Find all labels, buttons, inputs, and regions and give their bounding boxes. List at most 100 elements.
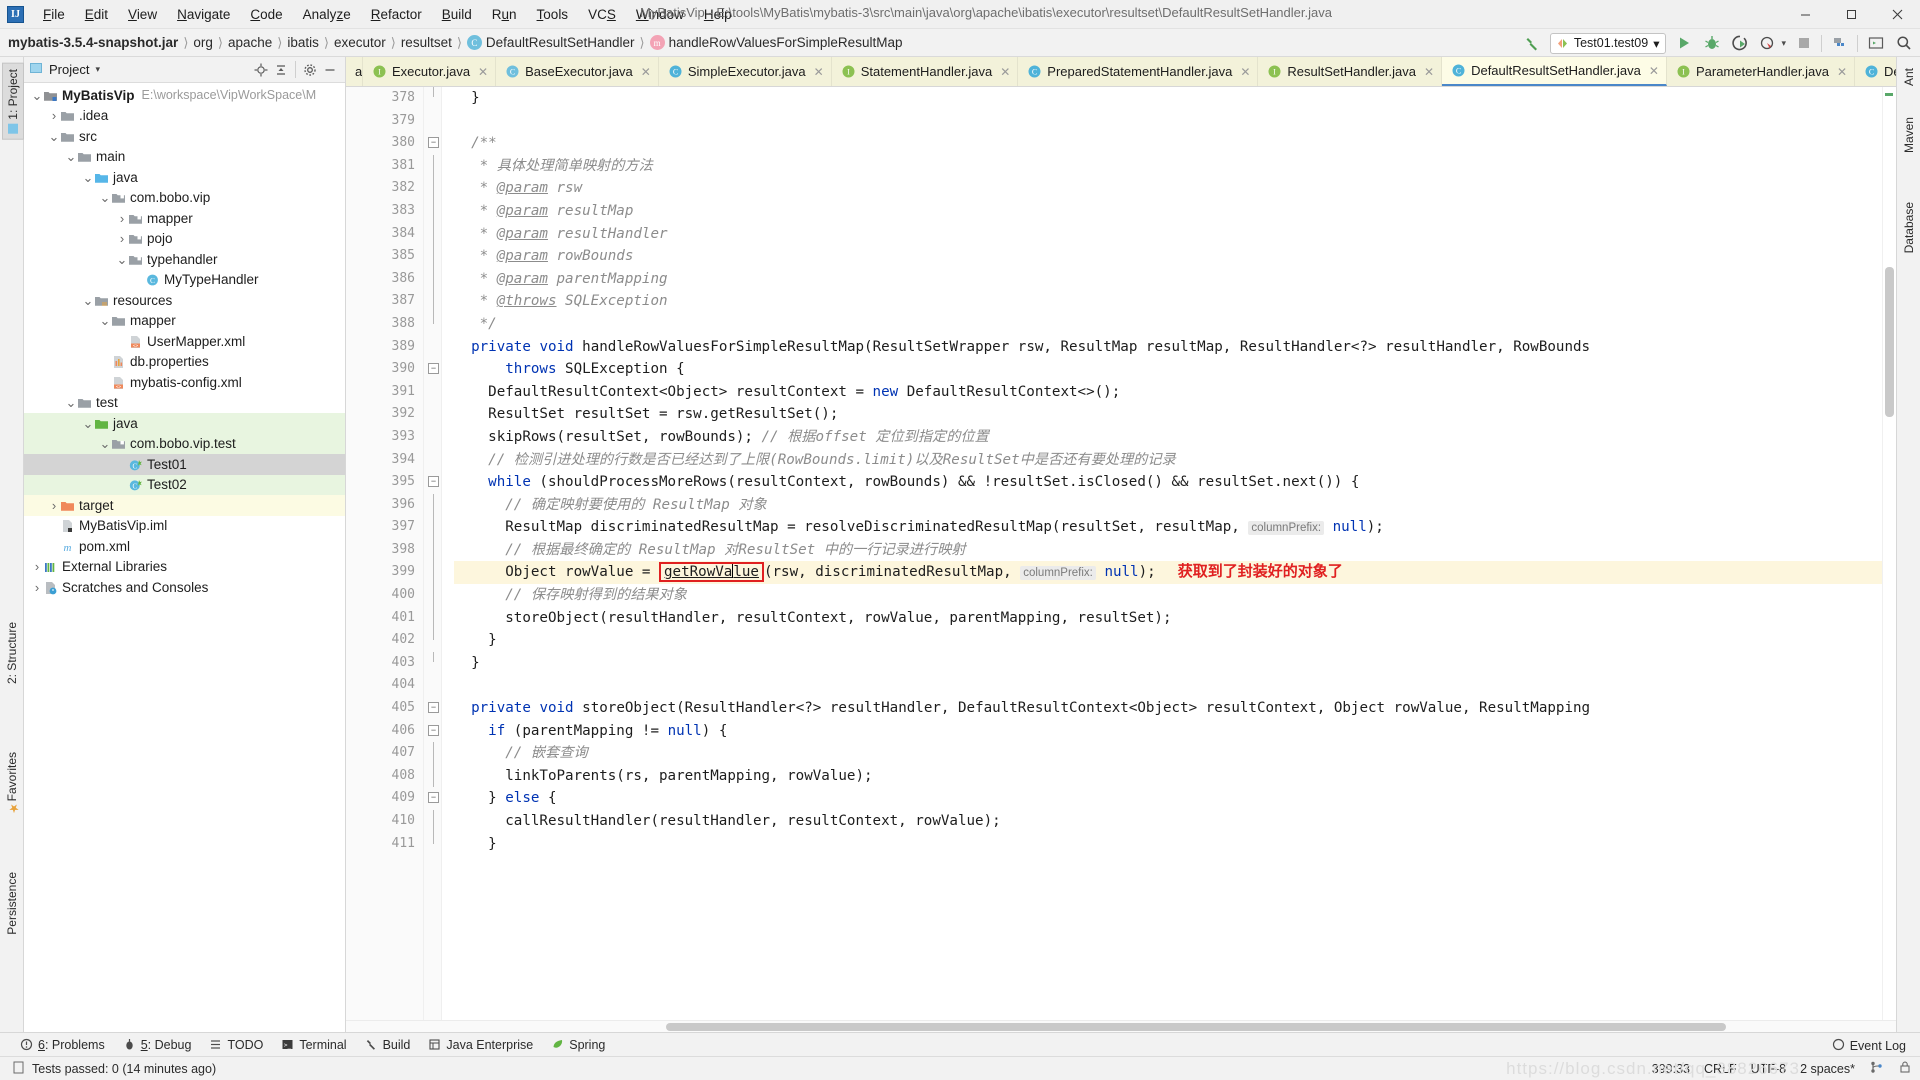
- tree-node-typehandler[interactable]: ⌄typehandler: [24, 249, 345, 270]
- menu-edit[interactable]: Edit: [75, 4, 118, 25]
- code-line-400[interactable]: // 保存映射得到的结果对象: [454, 584, 1882, 607]
- tool-window-6-problems[interactable]: 6: Problems: [12, 1036, 113, 1054]
- fold-cell[interactable]: −: [424, 132, 441, 155]
- hammer-icon[interactable]: [1522, 33, 1543, 54]
- menu-vcs[interactable]: VCS: [578, 4, 626, 25]
- code-line-394[interactable]: // 检测引进处理的行数是否已经达到了上限(RowBounds.limit)以及…: [454, 449, 1882, 472]
- chevron-right-icon[interactable]: ›: [48, 108, 60, 123]
- fold-cell[interactable]: −: [424, 720, 441, 743]
- fold-cell[interactable]: [424, 313, 441, 336]
- editor-tab-partial[interactable]: a✕: [346, 57, 363, 86]
- code-line-406[interactable]: if (parentMapping != null) {: [454, 720, 1882, 743]
- breadcrumb-item-resultset[interactable]: resultset: [401, 35, 452, 50]
- fold-cell[interactable]: [424, 810, 441, 833]
- code-line-381[interactable]: * 具体处理简单映射的方法: [454, 155, 1882, 178]
- code-line-386[interactable]: * @param parentMapping: [454, 268, 1882, 291]
- code-line-401[interactable]: storeObject(resultHandler, resultContext…: [454, 607, 1882, 630]
- fold-cell[interactable]: [424, 607, 441, 630]
- close-icon[interactable]: ✕: [1424, 65, 1434, 79]
- run-configuration-selector[interactable]: Test01.test09 ▾: [1550, 33, 1667, 54]
- fold-cell[interactable]: [424, 245, 441, 268]
- fold-cell[interactable]: [424, 539, 441, 562]
- breadcrumb-item-apache[interactable]: apache: [228, 35, 272, 50]
- settings-gear-icon[interactable]: [300, 60, 320, 80]
- chevron-right-icon[interactable]: ›: [31, 580, 43, 595]
- git-branch-icon[interactable]: [1869, 1060, 1884, 1078]
- project-tree[interactable]: ⌄MyBatisVipE:\workspace\VipWorkSpace\M›.…: [24, 83, 345, 1032]
- close-button[interactable]: [1874, 0, 1920, 29]
- menu-view[interactable]: View: [118, 4, 167, 25]
- menu-build[interactable]: Build: [432, 4, 482, 25]
- tree-node-mybatis-config-xml[interactable]: <>mybatis-config.xml: [24, 372, 345, 393]
- tree-node-src[interactable]: ⌄src: [24, 126, 345, 147]
- code-line-396[interactable]: // 确定映射要使用的 ResultMap 对象: [454, 494, 1882, 517]
- fold-cell[interactable]: [424, 177, 441, 200]
- minimize-button[interactable]: [1782, 0, 1828, 29]
- tool-window-5-debug[interactable]: 5: Debug: [115, 1036, 200, 1054]
- code-line-397[interactable]: ResultMap discriminatedResultMap = resol…: [454, 516, 1882, 539]
- editor-tab-baseexecutor-java[interactable]: CBaseExecutor.java✕: [496, 57, 659, 86]
- chevron-right-icon[interactable]: ›: [48, 498, 60, 513]
- code-line-410[interactable]: callResultHandler(resultHandler, resultC…: [454, 810, 1882, 833]
- sidebar-item-persistence[interactable]: Persistence: [2, 867, 22, 940]
- chevron-down-icon[interactable]: ⌄: [116, 255, 128, 264]
- horizontal-scrollbar[interactable]: [346, 1020, 1896, 1032]
- fold-cell[interactable]: [424, 223, 441, 246]
- fold-cell[interactable]: [424, 833, 441, 856]
- run-play-icon[interactable]: [1673, 33, 1694, 54]
- line-separator[interactable]: CRLF: [1704, 1062, 1737, 1076]
- code-line-389[interactable]: private void handleRowValuesForSimpleRes…: [454, 336, 1882, 359]
- source-code[interactable]: } /** * 具体处理简单映射的方法 * @param rsw * @para…: [442, 87, 1882, 1020]
- close-icon[interactable]: ✕: [1649, 64, 1659, 78]
- tree-node-pom-xml[interactable]: mpom.xml: [24, 536, 345, 557]
- tree-node-java[interactable]: ⌄java: [24, 413, 345, 434]
- search-everywhere-icon[interactable]: [1893, 33, 1914, 54]
- editor-tab-resultsethandler-java[interactable]: IResultSetHandler.java✕: [1258, 57, 1442, 86]
- tree-node-test[interactable]: ⌄test: [24, 393, 345, 414]
- code-line-405[interactable]: private void storeObject(ResultHandler<?…: [454, 697, 1882, 720]
- fold-cell[interactable]: [424, 200, 441, 223]
- chevron-right-icon[interactable]: ›: [116, 231, 128, 246]
- close-icon[interactable]: ✕: [1837, 65, 1847, 79]
- code-line-398[interactable]: // 根据最终确定的 ResultMap 对ResultSet 中的一行记录进行…: [454, 539, 1882, 562]
- tree-node-mybatisvip-iml[interactable]: MyBatisVip.iml: [24, 516, 345, 537]
- tree-node-pojo[interactable]: ›pojo: [24, 229, 345, 250]
- chevron-down-icon[interactable]: ▾: [95, 64, 100, 75]
- horizontal-scrollbar-thumb[interactable]: [666, 1023, 1726, 1031]
- fold-collapse-icon[interactable]: −: [428, 792, 439, 803]
- breadcrumb-item-method[interactable]: m handleRowValuesForSimpleResultMap: [650, 35, 903, 50]
- menu-file[interactable]: File: [33, 4, 75, 25]
- editor-tab-executor-java[interactable]: IExecutor.java✕: [363, 57, 496, 86]
- code-line-409[interactable]: } else {: [454, 787, 1882, 810]
- tool-window-todo[interactable]: TODO: [201, 1036, 271, 1054]
- chevron-down-icon[interactable]: ⌄: [65, 398, 77, 407]
- menu-run[interactable]: Run: [482, 4, 527, 25]
- file-encoding[interactable]: UTF-8: [1751, 1062, 1786, 1076]
- console-icon[interactable]: [1865, 33, 1886, 54]
- tree-node-db-properties[interactable]: db.properties: [24, 352, 345, 373]
- chevron-down-icon[interactable]: ⌄: [82, 173, 94, 182]
- code-line-404[interactable]: [454, 674, 1882, 697]
- tree-node--idea[interactable]: ›.idea: [24, 106, 345, 127]
- chevron-down-icon[interactable]: ▾: [1781, 38, 1786, 49]
- editor-tab-bar[interactable]: a✕IExecutor.java✕CBaseExecutor.java✕CSim…: [346, 57, 1896, 87]
- chevron-down-icon[interactable]: ⌄: [82, 419, 94, 428]
- fold-cell[interactable]: [424, 629, 441, 652]
- fold-collapse-icon[interactable]: −: [428, 137, 439, 148]
- fold-cell[interactable]: −: [424, 471, 441, 494]
- code-line-408[interactable]: linkToParents(rs, parentMapping, rowValu…: [454, 765, 1882, 788]
- fold-cell[interactable]: [424, 494, 441, 517]
- code-line-411[interactable]: }: [454, 833, 1882, 856]
- editor-tab-defaultresultsethandler-java[interactable]: CDefaultResultSetHandler.java✕: [1442, 57, 1667, 86]
- code-line-395[interactable]: while (shouldProcessMoreRows(resultConte…: [454, 471, 1882, 494]
- menu-navigate[interactable]: Navigate: [167, 4, 240, 25]
- code-line-387[interactable]: * @throws SQLException: [454, 290, 1882, 313]
- tool-window-java-enterprise[interactable]: Java Enterprise: [420, 1036, 541, 1054]
- debug-bug-icon[interactable]: [1701, 33, 1722, 54]
- close-icon[interactable]: ✕: [478, 65, 488, 79]
- tree-node-main[interactable]: ⌄main: [24, 147, 345, 168]
- breadcrumb-item-jar[interactable]: mybatis-3.5.4-snapshot.jar: [8, 35, 178, 50]
- tree-node-test01[interactable]: CTest01: [24, 454, 345, 475]
- caret-position[interactable]: 399:33: [1652, 1062, 1690, 1076]
- code-line-382[interactable]: * @param rsw: [454, 177, 1882, 200]
